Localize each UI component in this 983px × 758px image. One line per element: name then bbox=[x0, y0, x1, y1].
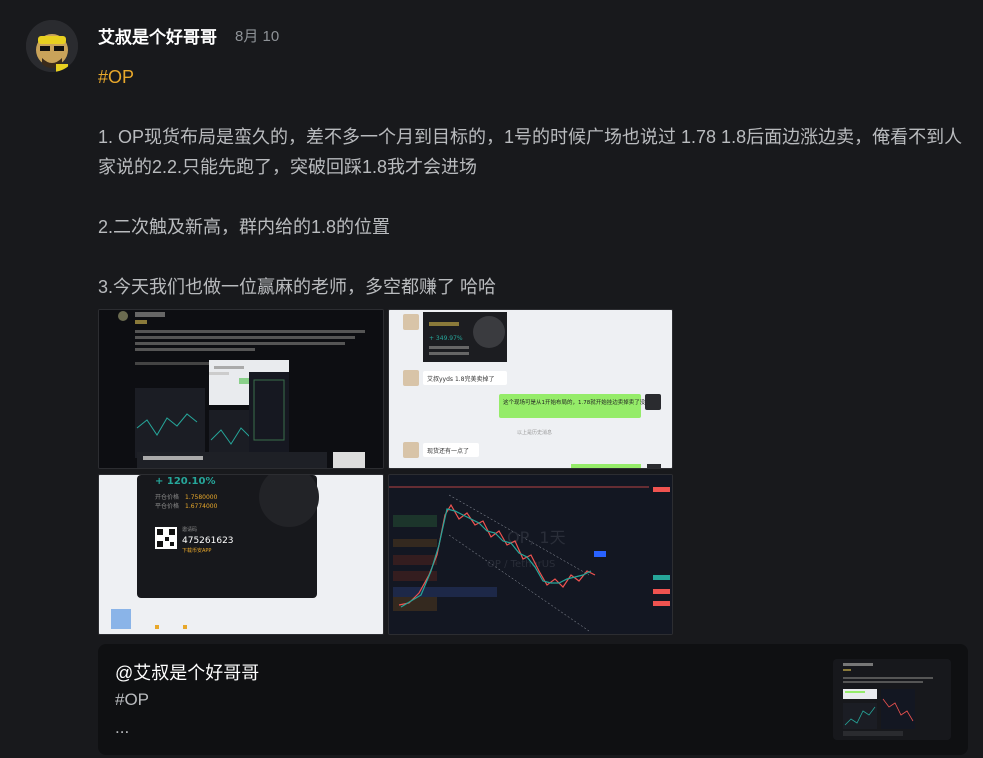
image-grid: + 349.97% 艾叔yyds 1.8完美卖掉了 这个现场可是从1开始布局的，… bbox=[98, 309, 673, 635]
quoted-author[interactable]: @艾叔是个好哥哥 bbox=[115, 659, 259, 685]
image-share-card[interactable]: + 120.10% 开仓价格 1.7580000 平仓价格 1.6774000 … bbox=[98, 474, 384, 635]
share-close-label: 平仓价格 bbox=[155, 502, 179, 510]
image-post-screenshot[interactable] bbox=[98, 309, 384, 469]
chat-message-2: 这个现场可是从1开始布局的，1.78就开始挂边卖掉卖了没 bbox=[503, 398, 646, 406]
quoted-ellipsis: ... bbox=[115, 718, 130, 737]
chat-system-note: 以上是历史消息 bbox=[517, 429, 552, 436]
chart-pair: OP / TetherUS bbox=[487, 559, 555, 570]
share-gain: + 120.10% bbox=[155, 476, 215, 487]
chat-message-3: 现货还有一点了 bbox=[427, 447, 469, 455]
paragraph-2: 2.二次触及新高，群内给的1.8的位置 bbox=[98, 217, 391, 237]
quoted-post[interactable]: @艾叔是个好哥哥 #OP ... bbox=[98, 644, 968, 755]
share-code-label: 邀请码 bbox=[182, 526, 197, 533]
hashtag-op[interactable]: #OP bbox=[98, 62, 968, 92]
avatar-image bbox=[26, 20, 78, 72]
paragraph-3: 3.今天我们也做一位赢麻的老师，多空都赚了 哈哈 bbox=[98, 277, 497, 297]
post-date: 8月 10 bbox=[235, 28, 280, 45]
share-download-label: 下载币安APP bbox=[182, 547, 211, 554]
image-chat-screenshot[interactable]: + 349.97% 艾叔yyds 1.8完美卖掉了 这个现场可是从1开始布局的，… bbox=[388, 309, 673, 469]
quoted-hashtag[interactable]: #OP bbox=[115, 690, 149, 710]
share-code-value: 475261623 bbox=[182, 536, 234, 546]
chat-message-1: 艾叔yyds 1.8完美卖掉了 bbox=[427, 375, 495, 383]
share-open-label: 开仓价格 bbox=[155, 493, 179, 501]
chat-card-pct: + 349.97% bbox=[429, 335, 463, 342]
image-trading-chart[interactable]: OP, 1天 OP / TetherUS bbox=[388, 474, 673, 635]
quoted-thumbnail[interactable] bbox=[833, 659, 951, 740]
paragraph-1: 1. OP现货布局是蛮久的，差不多一个月到目标的，1号的时候广场也说过 1.78… bbox=[98, 127, 963, 177]
share-open-value: 1.7580000 bbox=[185, 494, 218, 501]
share-close-value: 1.6774000 bbox=[185, 503, 218, 510]
author-name[interactable]: 艾叔是个好哥哥 bbox=[98, 23, 217, 48]
post-card: 艾叔是个好哥哥 8月 10 #OP 1. OP现货布局是蛮久的，差不多一个月到目… bbox=[0, 0, 983, 758]
post-body: #OP 1. OP现货布局是蛮久的，差不多一个月到目标的，1号的时候广场也说过 … bbox=[98, 62, 968, 302]
avatar[interactable] bbox=[26, 20, 78, 72]
